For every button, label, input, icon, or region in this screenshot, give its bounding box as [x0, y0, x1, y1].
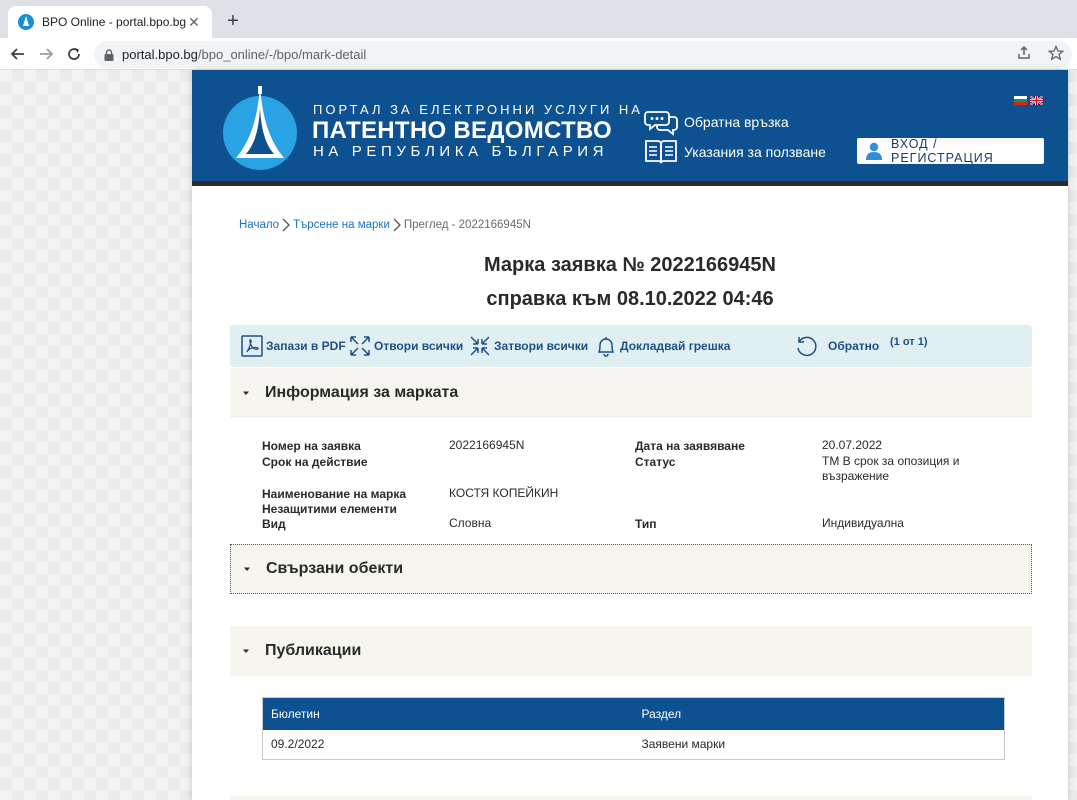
- open-all-label: Отвори всички: [374, 339, 464, 353]
- save-pdf-label: Запази в PDF: [266, 339, 346, 353]
- close-all-button[interactable]: Затвори всички: [468, 334, 588, 358]
- filing-date-label: Дата на заявяване: [635, 439, 745, 453]
- table-header-row: Бюлетин Раздел: [262, 697, 1005, 730]
- close-all-label: Затвори всички: [494, 339, 589, 353]
- type-value: Индивидуална: [822, 516, 904, 530]
- mark-name-value: КОСТЯ КОПЕЙКИН: [449, 486, 559, 500]
- logo-text-line2: ПАТЕНТНО ВЕДОМСТВО: [312, 117, 613, 144]
- section-related-title: Свързани обекти: [266, 560, 404, 577]
- login-register-button[interactable]: ВХОД / РЕГИСТРАЦИЯ: [857, 137, 1044, 165]
- bpo-favicon-icon: [18, 14, 34, 30]
- collapse-arrows-icon: [468, 334, 492, 358]
- next-section-header: [230, 796, 1032, 800]
- page-content: ПОРТАЛ ЗА ЕЛЕКТРОННИ УСЛУГИ НА ПАТЕНТНО …: [192, 70, 1068, 800]
- table-row: 09.2/2022 Заявени марки: [263, 730, 1005, 760]
- type-label: Тип: [635, 517, 657, 531]
- caret-down-icon: [241, 646, 251, 656]
- bulletin-cell: 09.2/2022: [271, 737, 325, 752]
- page-subtitle: справка към 08.10.2022 04:46: [486, 288, 774, 310]
- status-value-line1: TM В срок за опозиция и: [822, 454, 960, 468]
- column-header: Раздел: [633, 697, 1005, 730]
- share-icon[interactable]: [1016, 45, 1032, 66]
- kind-value: Словна: [449, 516, 492, 530]
- pager-indicator: (1 от 1): [890, 336, 928, 348]
- tab-title: BPO Online - portal.bpo.bg: [42, 15, 186, 29]
- kind-label: Вид: [262, 517, 286, 531]
- back-button[interactable]: Обратно: [794, 334, 879, 358]
- section-publications-title: Публикации: [265, 642, 362, 659]
- section-publications-header[interactable]: Публикации: [230, 626, 1032, 676]
- app-number-value: 2022166945N: [449, 438, 525, 452]
- bulgarian-flag-icon[interactable]: [1014, 92, 1027, 105]
- new-tab-icon[interactable]: +: [222, 10, 244, 32]
- section-info-title: Информация за марката: [265, 384, 459, 401]
- lock-icon: [104, 48, 114, 61]
- bookmark-star-icon[interactable]: [1047, 44, 1065, 66]
- action-bar: Запази в PDF Отвори всички Затвори всичк…: [230, 325, 1032, 367]
- validity-label: Срок на действие: [262, 455, 368, 469]
- report-error-label: Докладвай грешка: [620, 339, 731, 353]
- site-header: ПОРТАЛ ЗА ЕЛЕКТРОННИ УСЛУГИ НА ПАТЕНТНО …: [192, 70, 1068, 186]
- url-host: portal.bpo.bg: [122, 47, 198, 62]
- login-register-label: ВХОД / РЕГИСТРАЦИЯ: [891, 137, 994, 165]
- browser-toolbar: portal.bpo.bg/bpo_online/-/bpo/mark-deta…: [0, 38, 1077, 70]
- page-title: Марка заявка № 2022166945N: [484, 254, 776, 276]
- logo-text-line1: ПОРТАЛ ЗА ЕЛЕКТРОННИ УСЛУГИ НА: [313, 102, 643, 117]
- breadcrumb-current: Преглед - 2022166945N: [403, 219, 531, 231]
- browser-tab[interactable]: BPO Online - portal.bpo.bg ✕: [8, 6, 212, 38]
- bell-icon: [594, 334, 618, 358]
- report-error-button[interactable]: Докладвай грешка: [594, 334, 730, 358]
- chevron-right-icon: [281, 218, 291, 232]
- open-book-icon: [644, 138, 678, 166]
- back-arrow-icon[interactable]: [6, 42, 30, 66]
- app-number-label: Номер на заявка: [262, 439, 361, 453]
- undo-arrow-icon: [794, 334, 818, 358]
- caret-down-icon: [242, 564, 252, 574]
- user-guide-link[interactable]: Указания за ползване: [644, 138, 826, 166]
- chevron-right-icon: [392, 218, 402, 232]
- url-path: /bpo_online/-/bpo/mark-detail: [197, 47, 367, 62]
- status-value-line2: възражение: [822, 469, 890, 483]
- feedback-link[interactable]: Обратна връзка: [644, 108, 789, 136]
- breadcrumb-search-link[interactable]: Търсене на марки: [293, 219, 390, 231]
- address-bar[interactable]: portal.bpo.bg/bpo_online/-/bpo/mark-deta…: [94, 41, 1072, 68]
- english-flag-icon[interactable]: [1029, 92, 1044, 106]
- chat-bubbles-icon: [644, 108, 678, 136]
- browser-tabstrip: BPO Online - portal.bpo.bg ✕ +: [0, 0, 1077, 38]
- status-label: Статус: [635, 455, 676, 469]
- back-label: Обратно: [828, 339, 880, 353]
- close-tab-icon[interactable]: ✕: [186, 14, 202, 31]
- user-icon: [865, 142, 883, 160]
- open-all-button[interactable]: Отвори всички: [348, 334, 463, 358]
- save-pdf-button[interactable]: Запази в PDF: [240, 334, 346, 358]
- section-cell: Заявени марки: [641, 737, 726, 752]
- unprotected-elements-label: Незащитими елементи: [262, 502, 397, 516]
- reload-icon[interactable]: [62, 42, 86, 66]
- caret-down-icon: [241, 388, 251, 398]
- publications-table: Бюлетин Раздел 09.2/2022 Заявени марки: [262, 697, 1005, 760]
- column-header: Бюлетин: [262, 697, 634, 730]
- breadcrumb-home-link[interactable]: Начало: [239, 219, 279, 231]
- section-related-header[interactable]: Свързани обекти: [230, 544, 1032, 594]
- filing-date-value: 20.07.2022: [822, 438, 883, 452]
- expand-arrows-icon: [348, 334, 372, 358]
- language-switcher: [1014, 92, 1044, 106]
- breadcrumb: Начало Търсене на марки Преглед - 202216…: [239, 218, 531, 232]
- section-info-header[interactable]: Информация за марката: [230, 368, 1032, 418]
- user-guide-label: Указания за ползване: [684, 144, 826, 160]
- pdf-icon: [240, 334, 264, 358]
- logo-text-line3: НА РЕПУБЛИКА БЪЛГАРИЯ: [313, 143, 609, 160]
- bpo-logo-icon[interactable]: [222, 84, 302, 172]
- feedback-label: Обратна връзка: [684, 114, 789, 130]
- mark-name-label: Наименование на марка: [262, 487, 407, 501]
- forward-arrow-icon[interactable]: [34, 42, 58, 66]
